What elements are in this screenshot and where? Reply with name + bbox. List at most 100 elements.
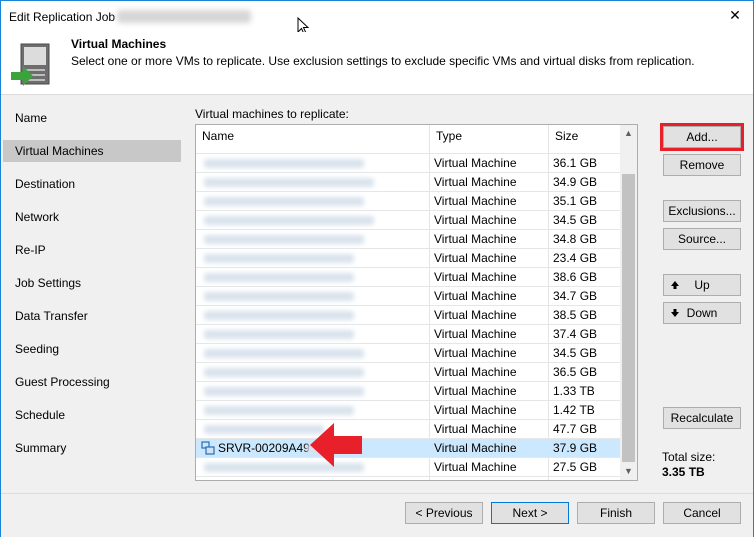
table-row[interactable]: Virtual Machine 23.4 GB bbox=[196, 249, 628, 268]
previous-button[interactable]: < Previous bbox=[405, 502, 483, 524]
remove-button[interactable]: Remove bbox=[663, 154, 741, 176]
down-button-label: Down bbox=[686, 306, 718, 320]
vm-icon bbox=[201, 441, 215, 455]
table-row[interactable]: Virtual Machine 35.1 GB bbox=[196, 192, 628, 211]
red-arrow-annotation bbox=[310, 423, 362, 467]
vm-type-cell: Virtual Machine bbox=[434, 251, 517, 265]
recalculate-button[interactable]: Recalculate bbox=[663, 407, 741, 429]
vm-type-cell: Virtual Machine bbox=[434, 403, 517, 417]
nav-item-destination[interactable]: Destination bbox=[3, 173, 181, 195]
vm-size-cell: 23.4 GB bbox=[553, 251, 598, 265]
nav-item-summary[interactable]: Summary bbox=[3, 437, 181, 459]
table-row[interactable]: Virtual Machine 34.8 GB bbox=[196, 230, 628, 249]
vm-size-cell: 1.33 TB bbox=[553, 384, 595, 398]
vm-name-cell bbox=[196, 154, 429, 173]
nav-item-guest-processing[interactable]: Guest Processing bbox=[3, 371, 181, 393]
vm-size-cell: 34.5 GB bbox=[553, 346, 598, 360]
title-bar: Edit Replication Job ✕ bbox=[1, 1, 753, 35]
column-header-size[interactable]: Size bbox=[549, 125, 628, 147]
cancel-button[interactable]: Cancel bbox=[663, 502, 741, 524]
vm-size-cell: 38.5 GB bbox=[553, 308, 598, 322]
vm-size-cell: 47.7 GB bbox=[553, 422, 598, 436]
next-button[interactable]: Next > bbox=[491, 502, 569, 524]
vm-name-cell bbox=[196, 173, 429, 192]
table-row[interactable]: Virtual Machine 34.9 GB bbox=[196, 173, 628, 192]
vm-name-label: SRVR-00209A49 bbox=[218, 441, 310, 455]
close-icon[interactable]: ✕ bbox=[727, 7, 743, 23]
table-row[interactable]: Virtual Machine 38.6 GB bbox=[196, 268, 628, 287]
source-button[interactable]: Source... bbox=[663, 228, 741, 250]
nav-item-re-ip[interactable]: Re-IP bbox=[3, 239, 181, 261]
table-row[interactable]: SRVR-00209A49 Virtual Machine 37.9 GB bbox=[196, 439, 628, 458]
nav-item-virtual-machines[interactable]: Virtual Machines bbox=[3, 140, 181, 162]
add-button-highlight bbox=[660, 123, 744, 151]
vm-type-cell: Virtual Machine bbox=[434, 441, 517, 455]
arrow-up-icon bbox=[671, 281, 679, 289]
redacted-job-name bbox=[117, 10, 251, 23]
vm-size-cell: 36.5 GB bbox=[553, 365, 598, 379]
vm-type-cell: Virtual Machine bbox=[434, 308, 517, 322]
nav-item-schedule[interactable]: Schedule bbox=[3, 404, 181, 426]
table-row[interactable]: Virtual Machine 1.42 TB bbox=[196, 401, 628, 420]
vm-type-cell: Virtual Machine bbox=[434, 460, 517, 474]
vm-name-cell bbox=[196, 382, 429, 401]
page-description: Select one or more VMs to replicate. Use… bbox=[71, 54, 695, 68]
redacted-vm-name bbox=[204, 235, 364, 244]
vm-size-cell: 34.8 GB bbox=[553, 232, 598, 246]
vm-size-cell: 34.9 GB bbox=[553, 175, 598, 189]
scroll-down-icon[interactable]: ▼ bbox=[620, 463, 637, 480]
nav-item-name[interactable]: Name bbox=[3, 107, 181, 129]
table-row[interactable]: Virtual Machine 34.5 GB bbox=[196, 211, 628, 230]
redacted-vm-name bbox=[204, 425, 324, 434]
redacted-vm-name bbox=[204, 273, 354, 282]
vm-name-cell bbox=[196, 192, 429, 211]
server-replicate-icon bbox=[11, 43, 50, 86]
up-button[interactable]: Up bbox=[663, 274, 741, 296]
finish-button[interactable]: Finish bbox=[577, 502, 655, 524]
table-row[interactable]: Virtual Machine 27.5 GB bbox=[196, 458, 628, 477]
vm-list[interactable]: Name Type Size Virtual Machine 36.1 GB Vir… bbox=[195, 124, 638, 481]
table-row[interactable]: Virtual Machine 38.5 GB bbox=[196, 306, 628, 325]
vertical-scrollbar[interactable]: ▲ ▼ bbox=[620, 125, 637, 480]
vm-type-cell: Virtual Machine bbox=[434, 384, 517, 398]
redacted-vm-name bbox=[204, 311, 354, 320]
vm-name-cell bbox=[196, 287, 429, 306]
table-row[interactable]: Virtual Machine 47.7 GB bbox=[196, 420, 628, 439]
redacted-vm-name bbox=[204, 349, 364, 358]
vm-name-cell bbox=[196, 230, 429, 249]
column-header-type[interactable]: Type bbox=[430, 125, 549, 147]
vm-size-cell: 37.9 GB bbox=[553, 441, 598, 455]
vm-type-cell: Virtual Machine bbox=[434, 232, 517, 246]
scroll-thumb[interactable] bbox=[622, 174, 635, 462]
up-button-label: Up bbox=[694, 278, 710, 292]
nav-item-seeding[interactable]: Seeding bbox=[3, 338, 181, 360]
vm-size-cell: 34.7 GB bbox=[553, 289, 598, 303]
table-row[interactable]: Virtual Machine 36.5 GB bbox=[196, 363, 628, 382]
vm-name-cell bbox=[196, 401, 429, 420]
nav-item-job-settings[interactable]: Job Settings bbox=[3, 272, 181, 294]
nav-item-network[interactable]: Network bbox=[3, 206, 181, 228]
redacted-vm-name bbox=[204, 216, 374, 225]
vm-name-cell bbox=[196, 363, 429, 382]
table-row[interactable]: Virtual Machine 36.1 GB bbox=[196, 154, 628, 173]
exclusions-button[interactable]: Exclusions... bbox=[663, 200, 741, 222]
table-row[interactable] bbox=[196, 147, 628, 154]
nav-item-data-transfer[interactable]: Data Transfer bbox=[3, 305, 181, 327]
vm-name-cell bbox=[196, 344, 429, 363]
down-button[interactable]: Down bbox=[663, 302, 741, 324]
table-row[interactable]: Virtual Machine 37.4 GB bbox=[196, 325, 628, 344]
vm-name-cell bbox=[196, 211, 429, 230]
table-row[interactable]: Virtual Machine 34.5 GB bbox=[196, 344, 628, 363]
total-size-value: 3.35 TB bbox=[662, 465, 705, 479]
table-row[interactable]: Virtual Machine 1.33 TB bbox=[196, 382, 628, 401]
page-title: Virtual Machines bbox=[71, 37, 167, 51]
vm-size-cell: 35.1 GB bbox=[553, 194, 598, 208]
window-title: Edit Replication Job bbox=[9, 10, 116, 24]
column-header-name[interactable]: Name bbox=[196, 125, 430, 147]
vm-type-cell: Virtual Machine bbox=[434, 327, 517, 341]
redacted-vm-name bbox=[204, 197, 364, 206]
vm-size-cell: 38.6 GB bbox=[553, 270, 598, 284]
table-row[interactable]: Virtual Machine 34.7 GB bbox=[196, 287, 628, 306]
scroll-up-icon[interactable]: ▲ bbox=[620, 125, 637, 142]
vm-size-cell: 36.1 GB bbox=[553, 156, 598, 170]
